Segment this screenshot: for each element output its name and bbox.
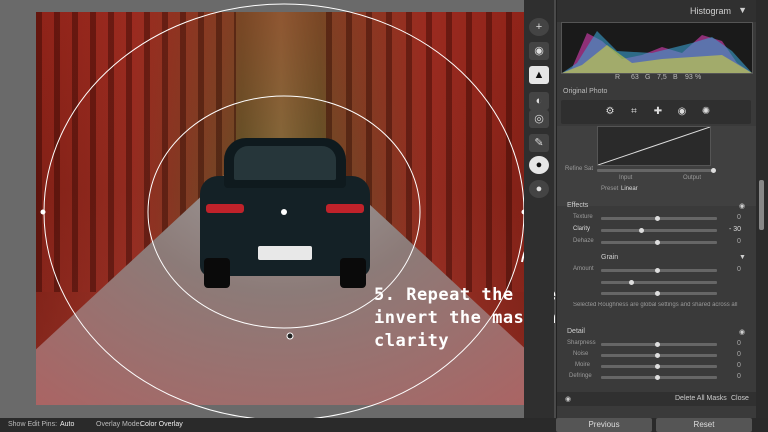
original-photo-label[interactable]: Original Photo xyxy=(563,88,607,95)
readout-b-value: 93 xyxy=(685,74,693,81)
defringe-label: Defringe xyxy=(569,373,592,379)
canvas-area[interactable] xyxy=(0,0,526,418)
grain-amount-label: Amount xyxy=(573,266,594,272)
readout-percent: % xyxy=(695,74,702,81)
noise-label: Noise xyxy=(573,351,589,357)
noise-knob[interactable] xyxy=(655,353,660,358)
clarity-value[interactable]: - 30 xyxy=(729,226,741,233)
effects-section: Effects ◉ Texture 0 Clarity - 30 Dehaze … xyxy=(557,200,757,250)
grain-amount-knob[interactable] xyxy=(655,268,660,273)
sharpness-label: Sharpness xyxy=(567,340,596,346)
histogram-header: Histogram ▼ xyxy=(557,0,757,22)
grain-section: Grain ▼ Amount 0 Selected Roughness are … xyxy=(557,252,757,314)
close-masks-button[interactable]: Close xyxy=(731,395,749,402)
input-label: Input xyxy=(619,175,633,181)
refine-sat-label: Refine Sat xyxy=(565,166,594,172)
dot-icon[interactable]: ● xyxy=(529,180,549,198)
defringe-knob[interactable] xyxy=(655,375,660,380)
overlay-mode-select[interactable]: Color Overlay xyxy=(140,421,183,428)
radial-icon[interactable]: ◎ xyxy=(529,110,549,128)
sliders-icon[interactable]: ⚙ xyxy=(603,105,617,119)
curve-line xyxy=(597,126,711,166)
refine-sat-knob[interactable] xyxy=(711,168,716,173)
show-edit-pins-label: Show Edit Pins: xyxy=(8,421,58,428)
sharpness-knob[interactable] xyxy=(655,342,660,347)
moire-label: Moire xyxy=(575,362,591,368)
output-label: Output xyxy=(683,175,702,181)
moire-value[interactable]: 0 xyxy=(737,362,741,369)
toolbar-footer: Show Edit Pins: Auto Overlay Mode: Color… xyxy=(0,418,768,432)
plus-icon[interactable]: + xyxy=(529,18,549,36)
dehaze-label: Dehaze xyxy=(573,238,594,244)
grain-title: Grain xyxy=(601,254,619,261)
previous-button[interactable]: Previous xyxy=(556,418,652,432)
subject-icon[interactable]: ◐ xyxy=(529,92,549,110)
overlay-mode-label: Overlay Mode: xyxy=(96,421,142,428)
grain-note: Selected Roughness are global settings a… xyxy=(573,302,738,308)
texture-label: Texture xyxy=(573,214,593,220)
histogram-curves xyxy=(562,31,752,73)
histogram-title: Histogram xyxy=(689,6,731,16)
readout-g-value: 7,5 xyxy=(657,74,667,81)
effects-toggle-icon[interactable]: ◉ xyxy=(739,202,745,210)
readout-g-label: G xyxy=(645,74,651,81)
moire-knob[interactable] xyxy=(655,364,660,369)
scroll-thumb[interactable] xyxy=(759,180,764,230)
readout-r-label: R xyxy=(615,74,621,81)
detail-toggle-icon[interactable]: ◉ xyxy=(739,328,745,336)
preset-value[interactable]: Linear xyxy=(621,186,638,192)
histogram-readouts: R 63 G 7,5 B 93 % xyxy=(561,74,751,86)
texture-knob[interactable] xyxy=(655,216,660,221)
clarity-knob[interactable] xyxy=(639,228,644,233)
show-edit-pins-select[interactable]: Auto xyxy=(60,421,74,428)
mask-visibility-icon[interactable]: ◉ xyxy=(565,395,571,403)
grain-size-knob[interactable] xyxy=(629,280,634,285)
reset-button[interactable]: Reset xyxy=(656,418,752,432)
crop-icon[interactable]: ⌗ xyxy=(627,105,641,119)
grain-amount-value[interactable]: 0 xyxy=(737,266,741,273)
readout-b-label: B xyxy=(673,74,678,81)
eye-icon[interactable]: ◉ xyxy=(529,42,549,60)
dehaze-value[interactable]: 0 xyxy=(737,238,741,245)
grain-size-slider[interactable] xyxy=(601,281,717,284)
detail-section: Detail ◉ Sharpness 0 Noise 0 Moire 0 Def… xyxy=(557,326,757,386)
mask-icon[interactable]: ▲ xyxy=(529,66,549,84)
tool-icon-row: ⚙ ⌗ ✚ ◉ ✺ xyxy=(561,100,751,124)
circle-icon[interactable]: ● xyxy=(529,156,549,174)
grain-roughness-knob[interactable] xyxy=(655,291,660,296)
heal-icon[interactable]: ✚ xyxy=(651,105,665,119)
preset-label: Preset xyxy=(601,186,619,192)
mask-tool-strip: + ◉ ▲ ◐ ◎ ✎ ● ● xyxy=(524,0,554,418)
clarity-slider[interactable] xyxy=(601,229,717,232)
refine-sat-slider[interactable] xyxy=(597,169,713,172)
panel-scrollbar[interactable] xyxy=(756,0,768,418)
sharpness-value[interactable]: 0 xyxy=(737,340,741,347)
collapse-icon[interactable]: ▼ xyxy=(738,5,747,15)
dehaze-knob[interactable] xyxy=(655,240,660,245)
tone-curve[interactable] xyxy=(597,126,711,166)
arrow-annotation xyxy=(521,251,524,263)
effects-title: Effects xyxy=(567,202,589,209)
detail-title: Detail xyxy=(567,328,585,335)
tone-curve-subpanel: Refine Sat Input Output Preset Linear xyxy=(557,126,757,206)
readout-r-value: 63 xyxy=(631,74,639,81)
masking-icon[interactable]: ✺ xyxy=(699,105,713,119)
grain-collapse-icon[interactable]: ▼ xyxy=(739,254,746,261)
clarity-label: Clarity xyxy=(573,226,591,232)
develop-panel: Histogram ▼ R 63 G 7,5 B 93 % Original P… xyxy=(556,0,757,418)
texture-value[interactable]: 0 xyxy=(737,214,741,221)
mask-footer: ◉ Delete All Masks Close xyxy=(557,392,757,406)
redeye-icon[interactable]: ◉ xyxy=(675,105,689,119)
histogram-graph xyxy=(561,22,753,74)
defringe-value[interactable]: 0 xyxy=(737,373,741,380)
delete-all-masks-button[interactable]: Delete All Masks xyxy=(675,395,727,402)
noise-value[interactable]: 0 xyxy=(737,351,741,358)
brush-icon[interactable]: ✎ xyxy=(529,134,549,152)
